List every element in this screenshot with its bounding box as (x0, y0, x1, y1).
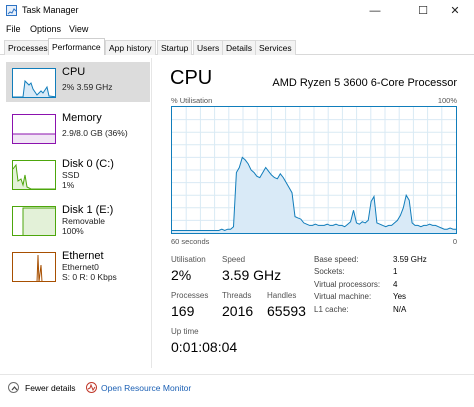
menu-file[interactable]: File (6, 24, 21, 34)
resource-detail: Ethernet0 (62, 262, 99, 272)
info-l1-cache-value: N/A (393, 305, 407, 314)
processor-model: AMD Ryzen 5 3600 6-Core Processor (272, 77, 457, 89)
info-base-speed-key: Base speed: (314, 255, 359, 264)
graph-time-span: 60 seconds (171, 237, 210, 246)
resource-ethernet[interactable]: Ethernet Ethernet0 S: 0 R: 0 Kbps (6, 246, 150, 286)
resource-detail: Removable (62, 216, 105, 226)
resource-monitor-icon[interactable] (86, 382, 97, 393)
resource-name: Disk 0 (C:) (62, 158, 114, 170)
handles-label: Handles (267, 291, 297, 300)
cpu-utilisation-graph (171, 106, 457, 234)
resource-cpu[interactable]: CPU 2% 3.59 GHz (6, 62, 150, 102)
resource-detail: 2% 3.59 GHz (62, 82, 113, 92)
speed-label: Speed (222, 255, 246, 264)
minimize-button[interactable]: — (356, 0, 394, 22)
info-sockets-value: 1 (393, 267, 398, 276)
title-bar: Task Manager — ☐ ✕ (0, 0, 474, 22)
info-virtual-machine-value: Yes (393, 292, 407, 301)
tab-app-history[interactable]: App history (105, 40, 156, 55)
info-virtual-processors-value: 4 (393, 280, 398, 289)
disk-1-thumbnail-graph (12, 206, 56, 236)
menu-bar: File Options View (0, 22, 474, 38)
tab-strip: Processes Performance App history Startu… (0, 38, 474, 55)
resource-detail-2: 1% (62, 180, 75, 190)
info-sockets-key: Sockets: (314, 267, 345, 276)
info-virtual-machine-key: Virtual machine: (314, 292, 372, 301)
resource-detail: SSD (62, 170, 80, 180)
resource-detail: 2.9/8.0 GB (36%) (62, 128, 128, 138)
utilisation-label: Utilisation (171, 255, 206, 264)
processes-label: Processes (171, 291, 209, 300)
tab-users[interactable]: Users (193, 40, 224, 55)
resource-name: Ethernet (62, 250, 104, 262)
speed-value: 3.59 GHz (222, 267, 282, 283)
ethernet-thumbnail-graph (12, 252, 56, 282)
info-virtual-processors-key: Virtual processors: (314, 280, 381, 289)
info-base-speed-value: 3.59 GHz (393, 255, 427, 264)
uptime-value: 0:01:08:04 (171, 339, 238, 355)
chevron-up-icon[interactable] (8, 382, 19, 393)
memory-thumbnail-graph (12, 114, 56, 144)
resource-detail-2: S: 0 R: 0 Kbps (62, 272, 117, 282)
close-button[interactable]: ✕ (436, 0, 474, 22)
tab-performance[interactable]: Performance (48, 38, 105, 55)
info-l1-cache-key: L1 cache: (314, 305, 349, 314)
resource-disk-1[interactable]: Disk 1 (E:) Removable 100% (6, 200, 150, 240)
window-title: Task Manager (22, 5, 79, 15)
menu-options[interactable]: Options (30, 24, 61, 34)
tab-details[interactable]: Details (222, 40, 256, 55)
threads-value: 2016 (222, 303, 254, 319)
graph-grid (172, 107, 456, 233)
tab-startup[interactable]: Startup (157, 40, 193, 55)
disk-0-thumbnail-graph (12, 160, 56, 190)
tab-services[interactable]: Services (255, 40, 296, 55)
graph-y-max: 100% (437, 96, 457, 105)
threads-label: Threads (222, 291, 252, 300)
resource-name: CPU (62, 66, 86, 78)
resource-disk-0[interactable]: Disk 0 (C:) SSD 1% (6, 154, 150, 194)
fewer-details-link[interactable]: Fewer details (25, 383, 76, 393)
handles-value: 65593 (267, 303, 306, 319)
menu-view[interactable]: View (69, 24, 88, 34)
utilisation-value: 2% (171, 267, 192, 283)
resource-name: Memory (62, 112, 102, 124)
page-title: CPU (170, 67, 213, 89)
cpu-thumbnail-graph (12, 68, 56, 98)
footer: Fewer details Open Resource Monitor (0, 374, 474, 407)
resource-memory[interactable]: Memory 2.9/8.0 GB (36%) (6, 108, 150, 148)
graph-y-label: % Utilisation (171, 96, 213, 105)
uptime-label: Up time (171, 327, 199, 336)
graph-time-end: 0 (452, 237, 457, 246)
task-manager-icon (6, 5, 17, 16)
tab-processes[interactable]: Processes (4, 40, 52, 55)
resource-list: CPU 2% 3.59 GHz Memory 2.9/8.0 GB (36%) … (4, 58, 152, 368)
processes-value: 169 (171, 303, 195, 319)
resource-name: Disk 1 (E:) (62, 204, 114, 216)
resource-detail-2: 100% (62, 226, 84, 236)
open-resource-monitor-link[interactable]: Open Resource Monitor (101, 383, 191, 393)
